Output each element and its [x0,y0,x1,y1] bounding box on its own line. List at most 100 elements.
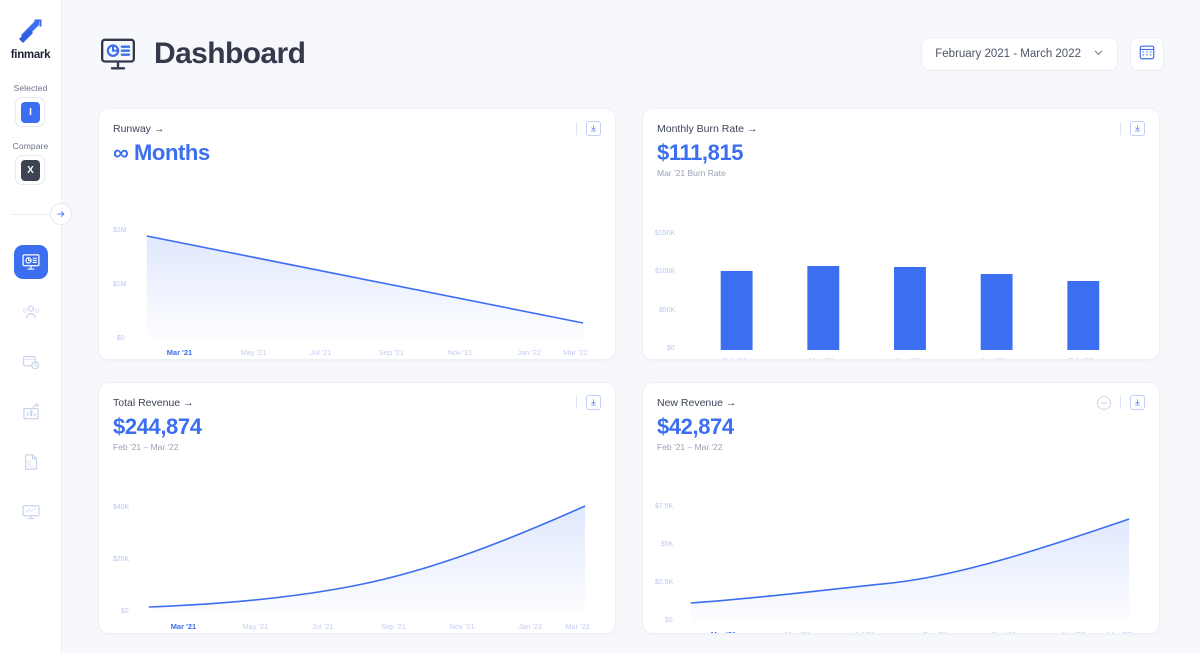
calendar-button[interactable] [1130,37,1164,71]
bar [894,267,926,350]
total-revenue-area-chart: $40K $20K $0 Mar '21 May '21 Jul '21 Sep… [113,504,590,631]
kpi-subtitle-new-revenue: Feb '21 – Mar '22 [657,442,723,452]
bar [807,266,840,350]
card-title-text: Runway [113,122,151,135]
y-tick-label: $0 [667,345,675,352]
x-tick-label: Jul '21 [310,348,331,357]
arrow-right-icon: → [153,122,165,135]
y-tick-label: $0 [665,617,673,624]
chart-new-revenue: $7.5K $5K $2.5K $0 Mar '21 May '21 Jul '… [643,493,1159,633]
sidebar-nav [13,245,48,529]
y-tick-label: $2.5K [655,579,674,586]
download-icon[interactable] [586,395,601,410]
dashboard-monitor-icon [98,34,138,74]
separator [1120,396,1121,409]
x-tick-label: Mar '21 [167,348,192,357]
y-tick-label: $20K [113,556,130,563]
document-icon [21,452,41,472]
burn-bar-chart: $150K $100K $50K $0 Feb '21 May '21 Aug … [655,230,1100,359]
chart-monthly-burn-rate: $150K $100K $50K $0 Feb '21 May '21 Aug … [643,219,1159,359]
separator [576,396,577,409]
separator [576,122,577,135]
kpi-subtitle-total-revenue: Feb '21 – Mar '22 [113,442,179,452]
arrow-right-icon: → [725,396,737,409]
bar-chart-growth-icon [21,402,41,422]
x-tick-label: May '21 [242,622,268,631]
sidebar-item-presentation[interactable] [14,495,48,529]
selected-scenario-button[interactable]: I [15,97,46,127]
people-icon [21,302,41,322]
topbar-actions: February 2021 - March 2022 [921,37,1164,71]
arrow-right-icon[interactable] [50,203,72,225]
app-root: finmark Selected I Compare X Dashboard F… [0,0,1200,653]
kpi-value-total-revenue: $244,874 [113,414,202,439]
x-tick-label: Jan '22 [518,622,542,631]
x-tick-label: Mar '21 [711,630,736,633]
x-tick-label: May '21 [808,356,834,359]
logo[interactable]: finmark [11,16,51,61]
y-tick-label: $0 [121,608,129,615]
x-tick-label: Nov '21 [992,630,1017,633]
arrow-right-icon: → [746,122,758,135]
x-tick-label: Feb '21 [723,356,748,359]
card-title-new-revenue[interactable]: New Revenue → [657,397,736,409]
card-actions [1097,395,1145,410]
download-icon[interactable] [1130,395,1145,410]
card-kpi: ∞ Months [99,136,615,166]
card-title-runway[interactable]: Runway → [113,123,164,135]
card-new-revenue: New Revenue → $42,874 Feb '21 – Mar '22 … [642,382,1160,634]
download-icon[interactable] [586,121,601,136]
card-runway: Runway → ∞ Months $2M $1M $0 Mar '21 May… [98,108,616,360]
y-tick-label: $150K [655,230,675,237]
sidebar-item-reports[interactable] [14,395,48,429]
x-tick-label: Mar '22 [563,348,588,357]
card-actions [1120,121,1145,136]
x-tick-label: Jul '21 [312,622,333,631]
x-tick-label: May '21 [784,630,810,633]
selected-badge: I [20,101,40,123]
sidebar-item-expenses[interactable] [14,345,48,379]
x-tick-label: Nov '21 [448,348,473,357]
bar [720,271,753,350]
y-tick-label: $7.5K [655,503,674,510]
bar [1067,281,1100,350]
x-tick-label: Nov '21 [450,622,475,631]
sidebar: finmark Selected I Compare X [0,0,72,653]
kpi-value-new-revenue: $42,874 [657,414,734,439]
selected-label: Selected [13,83,48,93]
arrow-right-icon: → [183,396,194,409]
date-range-selector[interactable]: February 2021 - March 2022 [921,37,1118,71]
card-actions [576,395,601,410]
x-tick-label: Sep '21 [379,348,404,357]
card-title-text: New Revenue [657,396,723,409]
card-header: Runway → [99,109,615,136]
dashboard-monitor-icon [21,252,41,272]
x-tick-label: Aug '21 [895,356,920,359]
card-title-text: Monthly Burn Rate [657,122,744,135]
download-icon[interactable] [1130,121,1145,136]
kpi-value-burn: $111,815 [657,140,744,165]
new-revenue-area-chart: $7.5K $5K $2.5K $0 Mar '21 May '21 Jul '… [655,503,1132,633]
x-tick-label: Mar '22 [1107,630,1132,633]
runway-area-chart: $2M $1M $0 Mar '21 May '21 Jul '21 Sep '… [113,227,588,357]
date-range-label: February 2021 - March 2022 [935,48,1081,60]
card-kpi: $111,815 Mar '21 Burn Rate [643,136,1159,178]
x-tick-label: Jan '22 [517,348,541,357]
sidebar-item-documents[interactable] [14,445,48,479]
main-content: Dashboard February 2021 - March 2022 Run… [62,0,1200,653]
card-title-total-revenue[interactable]: Total Revenue → [113,397,194,409]
sidebar-item-team[interactable] [14,295,48,329]
x-tick-label: Sep '21 [923,630,948,633]
sidebar-item-dashboard[interactable] [13,245,48,279]
card-header: Monthly Burn Rate → [643,109,1159,136]
y-tick-label: $0 [117,335,125,342]
monitor-chart-icon [21,502,41,522]
card-header: Total Revenue → [99,383,615,410]
more-options-icon[interactable] [1097,395,1111,410]
compare-scenario-button[interactable]: X [15,155,46,185]
dashboard-grid: Runway → ∞ Months $2M $1M $0 Mar '21 May… [62,108,1200,634]
calendar-icon [1138,43,1156,66]
chevron-down-icon [1093,47,1104,61]
card-title-monthly-burn-rate[interactable]: Monthly Burn Rate → [657,123,757,135]
selected-group: Selected I Compare X [13,83,49,199]
